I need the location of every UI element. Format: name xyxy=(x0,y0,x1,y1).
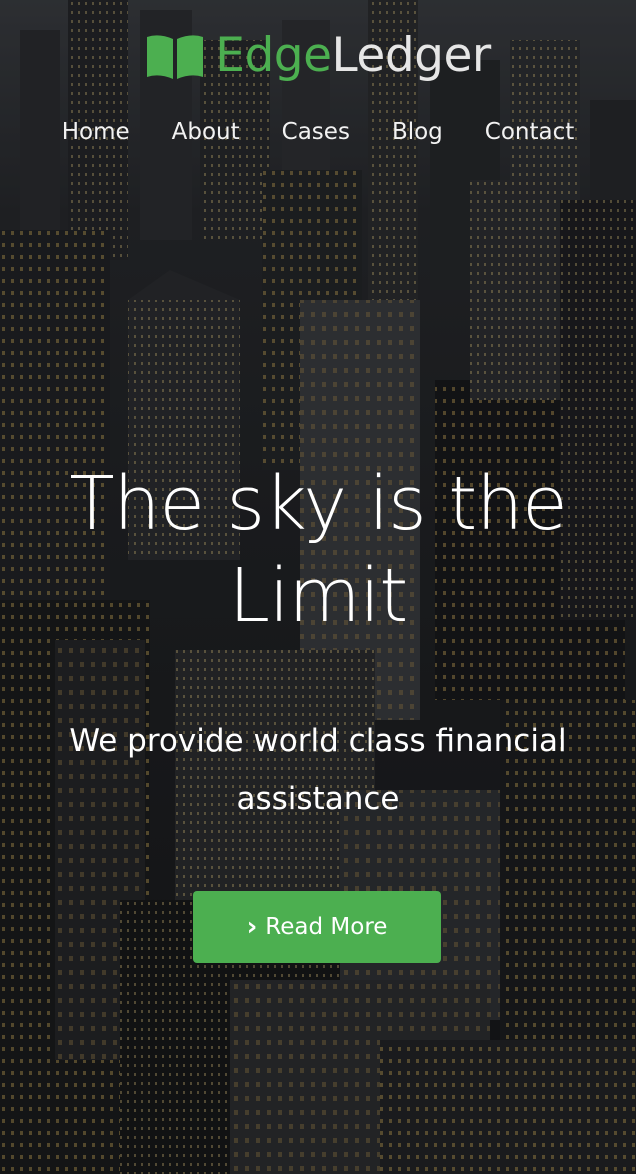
chevron-right-icon: › xyxy=(246,912,258,942)
site-logo[interactable]: EdgeLedger xyxy=(0,26,636,86)
nav-link-cases[interactable]: Cases xyxy=(282,112,350,152)
open-book-icon xyxy=(147,35,204,79)
logo-name-edge: Edge xyxy=(215,28,332,83)
nav-link-about[interactable]: About xyxy=(172,112,240,152)
main-nav: Home About Cases Blog Contact xyxy=(0,112,636,152)
hero-headline: The sky is the Limit xyxy=(69,461,567,639)
nav-link-home[interactable]: Home xyxy=(62,112,130,152)
logo-name-ledger: Ledger xyxy=(331,28,492,83)
site-logo-text: EdgeLedger xyxy=(215,28,492,84)
nav-link-contact[interactable]: Contact xyxy=(485,112,574,152)
nav-link-blog[interactable]: Blog xyxy=(392,112,443,152)
read-more-button[interactable]: › Read More xyxy=(193,891,441,963)
hero-tagline: We provide world class financial assista… xyxy=(69,723,567,817)
read-more-label: Read More xyxy=(265,914,388,940)
